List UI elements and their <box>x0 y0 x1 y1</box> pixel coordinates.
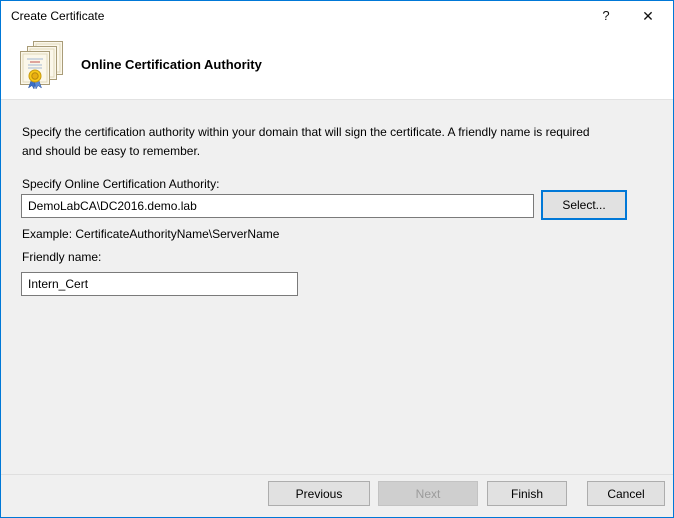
select-button[interactable]: Select... <box>541 190 627 220</box>
help-button[interactable]: ? <box>589 1 623 31</box>
create-certificate-dialog: Create Certificate ? ✕ <box>0 0 674 518</box>
certificates-icon <box>18 40 68 92</box>
finish-button[interactable]: Finish <box>487 481 567 506</box>
example-text: Example: CertificateAuthorityName\Server… <box>22 227 279 241</box>
button-bar: Previous Next Finish Cancel <box>1 474 673 517</box>
friendly-name-label: Friendly name: <box>22 250 101 264</box>
previous-button[interactable]: Previous <box>268 481 370 506</box>
help-icon: ? <box>602 8 609 23</box>
ca-label: Specify Online Certification Authority: <box>22 177 219 191</box>
description-text: Specify the certification authority with… <box>22 123 652 161</box>
wizard-content: Specify the certification authority with… <box>1 101 673 474</box>
window-title: Create Certificate <box>11 1 104 31</box>
wizard-header: Online Certification Authority <box>1 31 673 100</box>
ca-input[interactable] <box>21 194 534 218</box>
cancel-button[interactable]: Cancel <box>587 481 665 506</box>
titlebar[interactable]: Create Certificate ? ✕ <box>1 1 673 31</box>
close-button[interactable]: ✕ <box>631 1 665 31</box>
page-title: Online Certification Authority <box>81 57 262 72</box>
close-icon: ✕ <box>642 8 654 24</box>
friendly-name-input[interactable] <box>21 272 298 296</box>
next-button[interactable]: Next <box>378 481 478 506</box>
description-line-1: Specify the certification authority with… <box>22 123 652 142</box>
description-line-2: and should be easy to remember. <box>22 142 652 161</box>
